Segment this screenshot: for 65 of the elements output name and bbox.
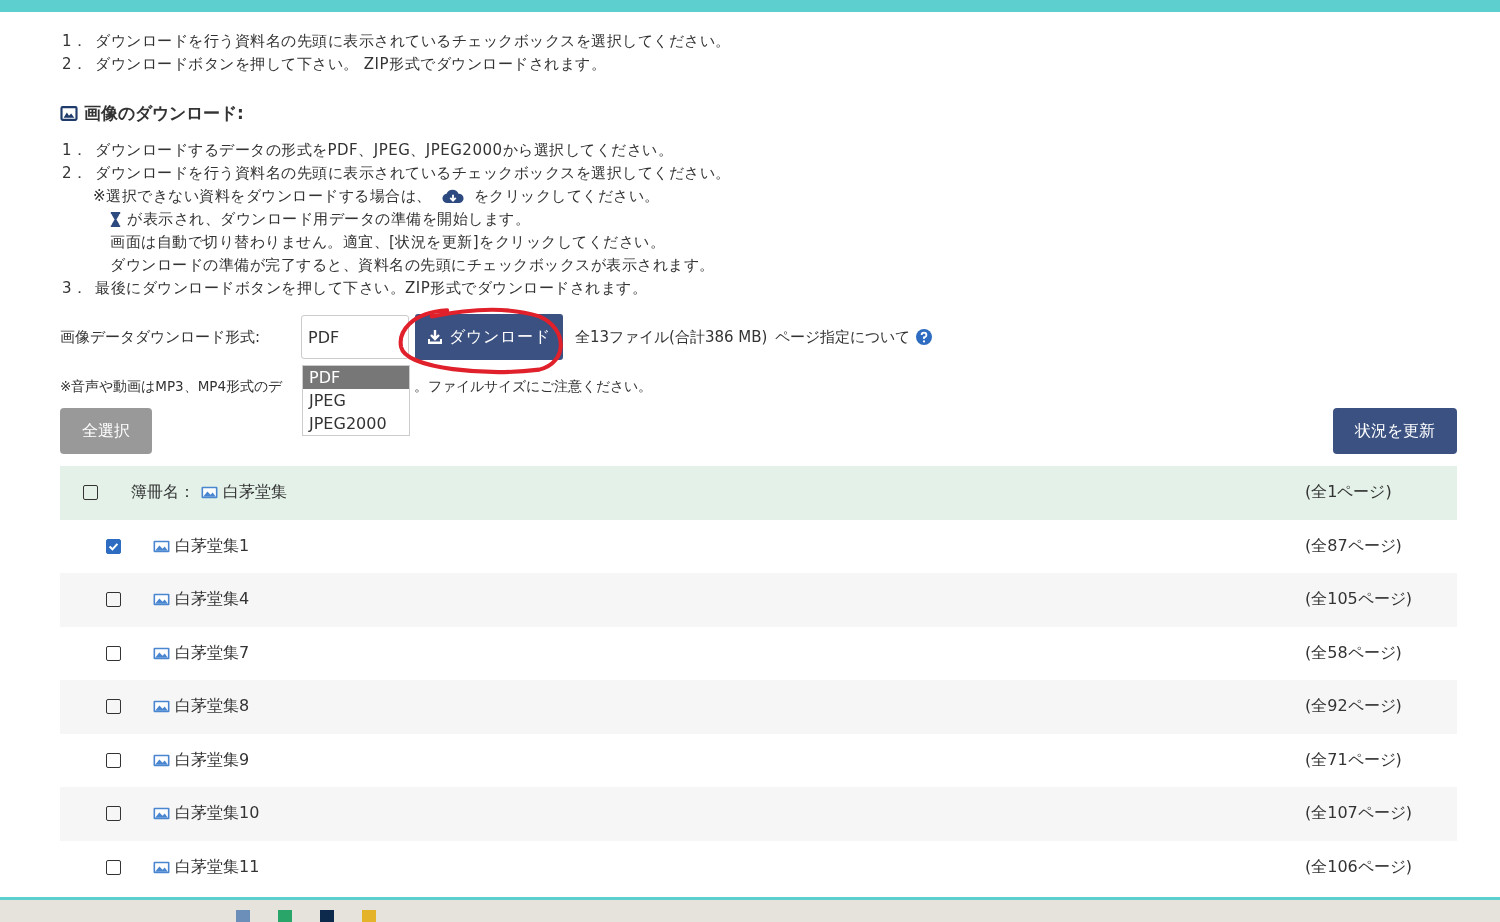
step-text: ダウンロードするデータの形式をPDF、JPEG、JPEG2000から選択してください。 xyxy=(95,140,674,161)
image-icon xyxy=(153,753,170,767)
image-icon xyxy=(153,700,170,714)
checkbox[interactable] xyxy=(106,592,121,608)
item-title[interactable]: 白茅堂集11 xyxy=(175,856,260,878)
download-button[interactable]: ダウンロード xyxy=(415,314,563,360)
step-text: ダウンロードボタンを押して下さい。 ZIP形式でダウンロードされます。 xyxy=(95,54,606,75)
hourglass-icon xyxy=(110,212,121,227)
page-spec-link[interactable]: ページ指定について xyxy=(775,327,911,347)
image-icon xyxy=(153,860,170,874)
page-count: (全71ページ) xyxy=(1305,749,1403,771)
step-text: ダウンロードを行う資料名の先頭に表示されているチェックボックスを選択してください。 xyxy=(95,31,731,52)
note-text: が表示され、ダウンロード用データの準備を開始します。 xyxy=(127,209,530,230)
checkbox[interactable] xyxy=(106,859,121,875)
note-text: ※音声や動画はMP3、MP4形式のデ xyxy=(60,378,283,396)
page-count: (全92ページ) xyxy=(1305,696,1403,718)
image-icon xyxy=(153,807,170,821)
item-title[interactable]: 白茅堂集7 xyxy=(175,642,250,664)
image-icon xyxy=(60,106,78,121)
volume-title: 白茅堂集 xyxy=(223,482,287,504)
checkbox[interactable] xyxy=(106,752,121,768)
step-number: 2． xyxy=(61,54,89,75)
note-text: 画面は自動で切り替わりません。適宜、[状況を更新]をクリックしてください。 xyxy=(110,232,666,253)
item-title[interactable]: 白茅堂集8 xyxy=(175,696,250,718)
item-title[interactable]: 白茅堂集10 xyxy=(175,803,260,825)
note-text: ダウンロードの準備が完了すると、資料名の先頭にチェックボックスが表示されます。 xyxy=(110,255,715,276)
page-count: (全106ページ) xyxy=(1305,856,1414,878)
dropdown-option[interactable]: PDF xyxy=(303,366,409,389)
checkbox[interactable] xyxy=(83,485,98,501)
step-number: 2． xyxy=(61,163,89,184)
note-text: ※選択できない資料をダウンロードする場合は、 xyxy=(93,186,432,207)
step-text: ダウンロードを行う資料名の先頭に表示されているチェックボックスを選択してください。 xyxy=(95,163,731,184)
note-text: をクリックしてください。 xyxy=(473,186,660,207)
page-count: (全1ページ) xyxy=(1305,482,1393,504)
image-icon xyxy=(153,646,170,660)
download-icon xyxy=(427,329,443,345)
format-label: 画像データダウンロード形式: xyxy=(60,327,262,347)
image-icon xyxy=(153,593,170,607)
help-icon[interactable] xyxy=(916,329,933,345)
checkbox[interactable] xyxy=(106,806,121,822)
section-heading: 画像のダウンロード: xyxy=(84,102,244,125)
step-number: 1． xyxy=(61,140,89,161)
note-text: 。ファイルサイズにご注意ください。 xyxy=(414,378,653,396)
image-icon xyxy=(201,486,218,500)
dropdown-option[interactable]: JPEG xyxy=(303,389,409,412)
checkbox[interactable] xyxy=(106,538,121,554)
dropdown-option[interactable]: JPEG2000 xyxy=(303,412,409,435)
file-summary: 全13ファイル(合計386 MB) xyxy=(575,327,768,347)
volume-label: 簿冊名： xyxy=(131,482,195,504)
checkbox[interactable] xyxy=(106,699,121,715)
item-title[interactable]: 白茅堂集1 xyxy=(175,535,250,557)
item-title[interactable]: 白茅堂集9 xyxy=(175,749,250,771)
page-count: (全87ページ) xyxy=(1305,535,1403,557)
page-count: (全58ページ) xyxy=(1305,642,1403,664)
step-number: 3． xyxy=(61,278,89,299)
refresh-status-button[interactable]: 状況を更新 xyxy=(1333,408,1457,454)
checkbox[interactable] xyxy=(106,645,121,661)
item-title[interactable]: 白茅堂集4 xyxy=(175,589,250,611)
page-count: (全107ページ) xyxy=(1305,803,1414,825)
cloud-download-icon xyxy=(441,189,464,204)
image-icon xyxy=(153,539,170,553)
page-count: (全105ページ) xyxy=(1305,589,1414,611)
step-number: 1． xyxy=(61,31,89,52)
step-text: 最後にダウンロードボタンを押して下さい。ZIP形式でダウンロードされます。 xyxy=(95,278,648,299)
format-select[interactable]: PDF xyxy=(301,315,409,359)
